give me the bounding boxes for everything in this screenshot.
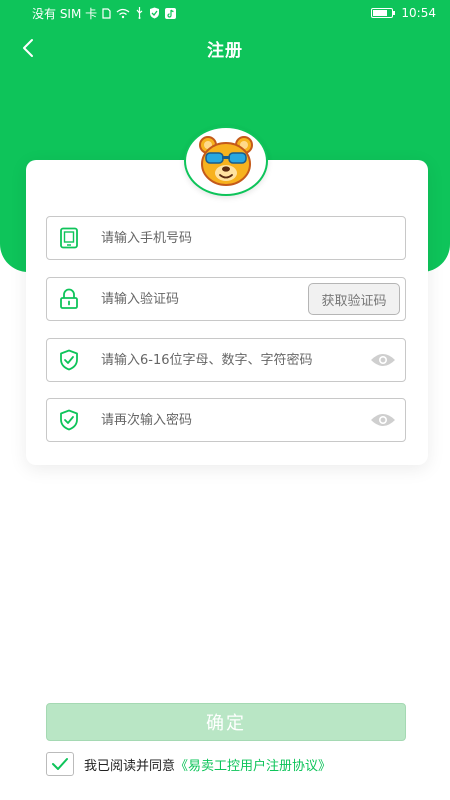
password-input[interactable] xyxy=(101,340,361,380)
agreement-link[interactable]: 《易卖工控用户注册协议》 xyxy=(175,755,331,774)
status-bar: 没有 SIM 卡 10:54 xyxy=(0,0,450,26)
back-button[interactable] xyxy=(14,34,42,62)
tiktok-icon xyxy=(165,7,177,19)
status-left: 没有 SIM 卡 xyxy=(32,5,177,22)
eye-icon xyxy=(371,354,395,366)
usb-icon xyxy=(135,7,144,19)
shield-status-icon xyxy=(149,7,160,19)
bear-logo-icon xyxy=(199,136,253,186)
confirm-password-input[interactable] xyxy=(101,400,361,440)
get-code-button[interactable]: 获取验证码 xyxy=(308,283,400,315)
code-field: 获取验证码 xyxy=(46,277,406,321)
sim-icon xyxy=(102,7,111,19)
lock-icon xyxy=(47,278,91,320)
shield-check-icon xyxy=(47,399,91,441)
page-title: 注册 xyxy=(207,40,243,61)
nav-bar: 注册 xyxy=(0,30,450,66)
toggle-password-visibility[interactable] xyxy=(361,339,405,381)
confirm-button[interactable]: 确定 xyxy=(46,703,406,741)
password-field xyxy=(46,338,406,382)
phone-input[interactable] xyxy=(101,218,405,258)
agreement-row: 我已阅读并同意 《易卖工控用户注册协议》 xyxy=(46,751,331,777)
bear-avatar xyxy=(184,126,268,196)
status-right: 10:54 xyxy=(371,6,436,20)
confirm-password-field xyxy=(46,398,406,442)
toggle-confirm-password-visibility[interactable] xyxy=(361,399,405,441)
shield-check-icon xyxy=(47,339,91,381)
eye-icon xyxy=(371,414,395,426)
carrier-text: 没有 SIM 卡 xyxy=(32,6,98,21)
chevron-left-icon xyxy=(23,39,33,57)
battery-icon xyxy=(371,8,396,18)
phone-icon xyxy=(47,217,91,259)
status-time: 10:54 xyxy=(401,6,436,20)
wifi-icon xyxy=(116,8,130,19)
code-input[interactable] xyxy=(101,279,308,319)
agreement-text: 我已阅读并同意 xyxy=(84,758,176,774)
phone-field xyxy=(46,216,406,260)
check-icon xyxy=(52,758,68,770)
agreement-checkbox[interactable] xyxy=(46,752,74,776)
